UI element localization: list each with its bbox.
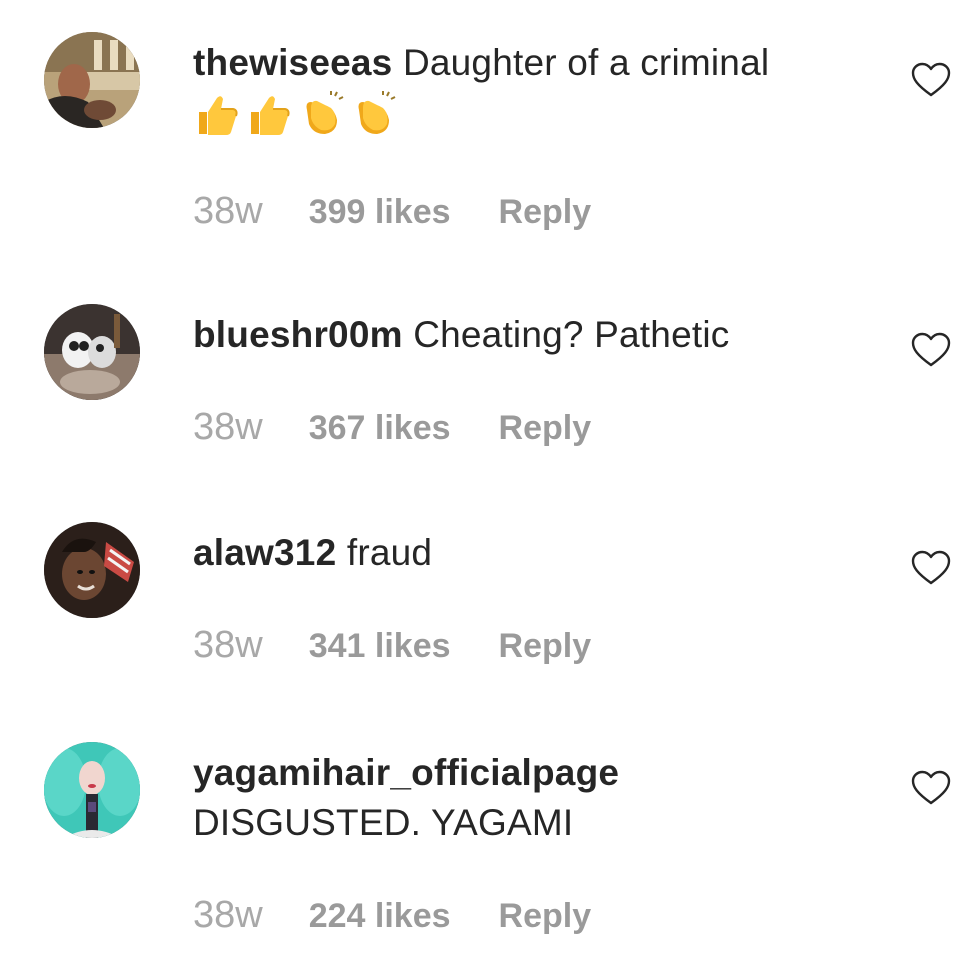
comment-meta: 38w 224 likes Reply [193, 894, 591, 937]
comment-age: 38w [193, 190, 263, 232]
thumbs-up-icon [199, 96, 238, 135]
comment-meta: 38w 341 likes Reply [193, 624, 591, 667]
comment-username[interactable]: blueshr00m [193, 314, 403, 355]
comment-age: 38w [193, 894, 263, 936]
comment-meta: 38w 399 likes Reply [193, 190, 591, 233]
comment-age: 38w [193, 624, 263, 666]
clapping-hands-icon [306, 91, 344, 134]
reply-button[interactable]: Reply [499, 627, 592, 666]
comment-age: 38w [193, 406, 263, 448]
heart-icon[interactable] [911, 550, 951, 586]
comment-username[interactable]: thewiseeas [193, 42, 392, 83]
comment-meta: 38w 367 likes Reply [193, 406, 591, 449]
heart-icon[interactable] [911, 332, 951, 368]
reply-button[interactable]: Reply [499, 897, 592, 936]
reply-button[interactable]: Reply [499, 409, 592, 448]
thumbs-up-icon [251, 96, 290, 135]
comment-text: DISGUSTED. YAGAMI [193, 802, 574, 843]
avatar[interactable] [44, 304, 140, 400]
heart-icon[interactable] [911, 62, 951, 98]
avatar[interactable] [44, 32, 140, 128]
clapping-hands-icon [358, 91, 396, 134]
comment-username[interactable]: alaw312 [193, 532, 336, 573]
likes-count[interactable]: 399 likes [309, 193, 451, 232]
avatar[interactable] [44, 742, 140, 838]
likes-count[interactable]: 367 likes [309, 409, 451, 448]
comment-text: Daughter of a criminal [402, 42, 770, 83]
heart-icon[interactable] [911, 770, 951, 806]
likes-count[interactable]: 341 likes [309, 627, 451, 666]
comment-text: fraud [346, 532, 433, 573]
avatar[interactable] [44, 522, 140, 618]
comment-username[interactable]: yagamihair_officialpage [193, 752, 619, 793]
likes-count[interactable]: 224 likes [309, 897, 451, 936]
emoji-row [193, 90, 873, 146]
reply-button[interactable]: Reply [499, 193, 592, 232]
comment-text: Cheating? Pathetic [413, 314, 730, 355]
